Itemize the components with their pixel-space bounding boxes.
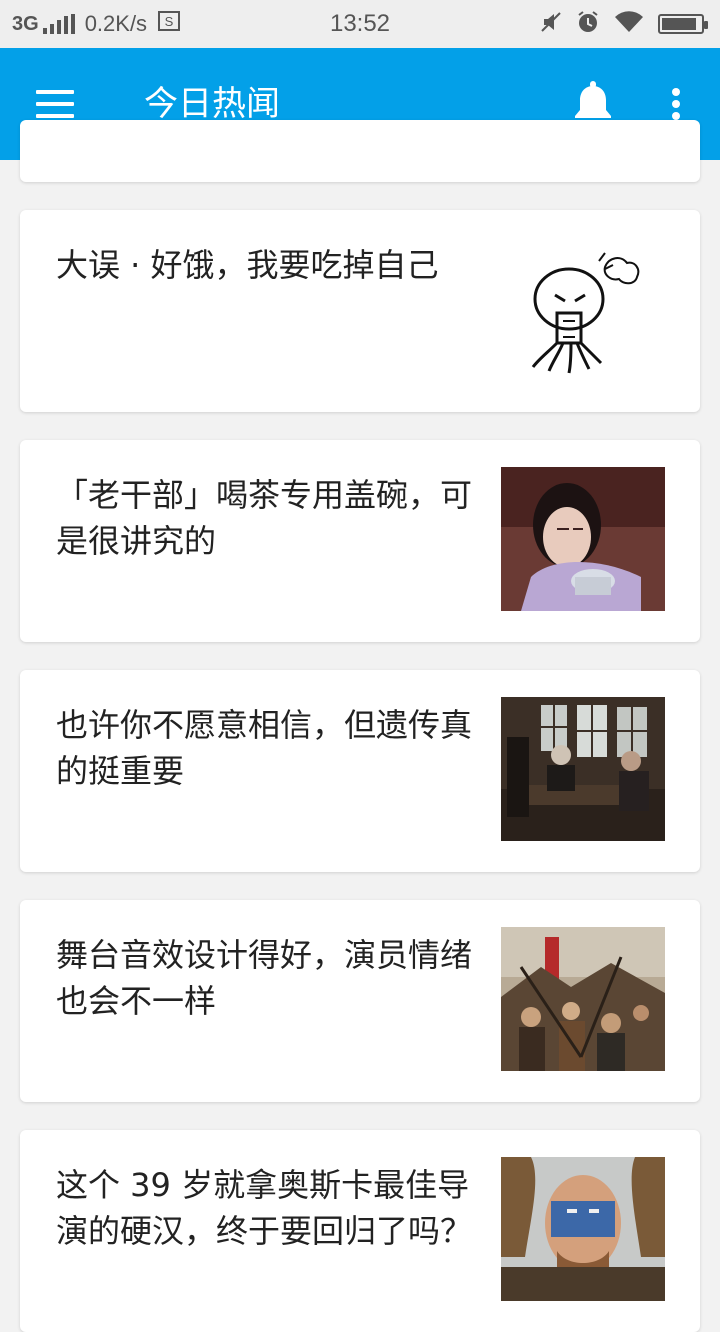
previous-story-card[interactable] <box>20 120 700 182</box>
story-card[interactable]: 也许你不愿意相信，但遗传真的挺重要 <box>20 670 700 872</box>
mute-icon <box>540 11 562 38</box>
story-card[interactable]: 舞台音效设计得好，演员情绪也会不一样 <box>20 900 700 1102</box>
battery-icon <box>658 14 708 34</box>
story-card[interactable]: 这个 39 岁就拿奥斯卡最佳导演的硬汉，终于要回归了吗？ <box>20 1130 700 1332</box>
story-title: 也许你不愿意相信，但遗传真的挺重要 <box>56 706 473 790</box>
battery-fill <box>662 18 696 30</box>
story-thumbnail <box>501 237 665 381</box>
wifi-icon <box>614 10 644 38</box>
story-title: 大误 · 好饿，我要吃掉自己 <box>56 246 439 284</box>
story-card[interactable]: 「老干部」喝茶专用盖碗，可是很讲究的 <box>20 440 700 642</box>
status-right <box>540 0 708 48</box>
story-thumbnail <box>501 927 665 1071</box>
story-thumbnail <box>501 1157 665 1301</box>
hamburger-menu-icon[interactable] <box>36 86 76 122</box>
story-title: 舞台音效设计得好，演员情绪也会不一样 <box>56 936 473 1020</box>
alarm-icon <box>576 10 600 39</box>
story-title: 这个 39 岁就拿奥斯卡最佳导演的硬汉，终于要回归了吗？ <box>56 1166 473 1250</box>
story-thumbnail <box>501 467 665 611</box>
story-card[interactable]: 大误 · 好饿，我要吃掉自己 <box>20 210 700 412</box>
story-thumbnail <box>501 697 665 841</box>
status-bar: 3G 0.2K/s S 13:52 <box>0 0 720 48</box>
story-title: 「老干部」喝茶专用盖碗，可是很讲究的 <box>56 476 473 560</box>
